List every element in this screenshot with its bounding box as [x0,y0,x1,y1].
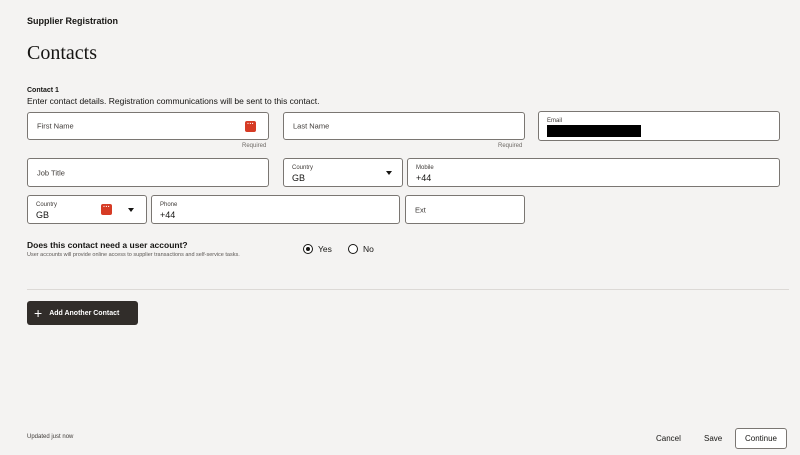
chevron-down-icon[interactable] [386,171,392,175]
last-name-required: Required [498,143,523,149]
radio-no-label: No [363,244,374,254]
contact-heading: Contact 1 [27,87,59,94]
divider [27,289,789,290]
add-another-contact-button[interactable]: + Add Another Contact [27,301,138,325]
save-status: Updated just now [27,434,74,440]
radio-unselected-icon[interactable] [348,244,358,254]
page-title: Contacts [27,42,97,64]
email-label: Email [547,118,563,124]
ext-placeholder: Ext [415,205,426,214]
phone-country-select[interactable]: Country GB ··· [27,195,147,224]
mobile-label: Mobile [416,165,434,171]
phone-field[interactable]: Phone +44 [151,195,400,224]
app-title: Supplier Registration [27,16,119,26]
mobile-field[interactable]: Mobile +44 [407,158,780,187]
error-icon: ··· [101,204,112,215]
chevron-down-icon[interactable] [128,208,134,212]
save-button[interactable]: Save [704,434,722,443]
error-icon: ··· [245,121,256,132]
user-account-help: User accounts will provide online access… [27,252,240,258]
continue-button[interactable]: Continue [735,428,787,449]
mobile-value: +44 [416,173,432,183]
ext-field[interactable]: Ext [405,195,525,224]
last-name-placeholder: Last Name [293,121,330,131]
email-field[interactable]: Email [538,111,780,141]
email-redacted-value [547,125,641,137]
add-another-contact-label: Add Another Contact [49,309,120,317]
job-title-field[interactable]: Job Title [27,158,269,187]
phone-value: +44 [160,210,176,220]
last-name-field[interactable]: Last Name [283,112,525,140]
radio-selected-icon[interactable] [303,244,313,254]
mobile-country-label: Country [292,165,314,171]
radio-yes-label: Yes [318,244,332,254]
user-account-question: Does this contact need a user account? [27,240,188,250]
first-name-placeholder: First Name [37,121,74,131]
phone-label: Phone [160,202,178,208]
first-name-required: Required [242,143,267,149]
radio-no[interactable]: No [348,244,374,254]
job-title-placeholder: Job Title [37,168,65,177]
mobile-country-value: GB [292,173,306,183]
cancel-button[interactable]: Cancel [656,434,681,443]
phone-country-label: Country [36,202,58,208]
mobile-country-select[interactable]: Country GB [283,158,403,187]
plus-icon: + [34,305,43,321]
radio-yes[interactable]: Yes [303,244,332,254]
phone-country-value: GB [36,210,50,220]
contact-description: Enter contact details. Registration comm… [27,96,320,106]
first-name-field[interactable]: First Name ··· [27,112,269,140]
